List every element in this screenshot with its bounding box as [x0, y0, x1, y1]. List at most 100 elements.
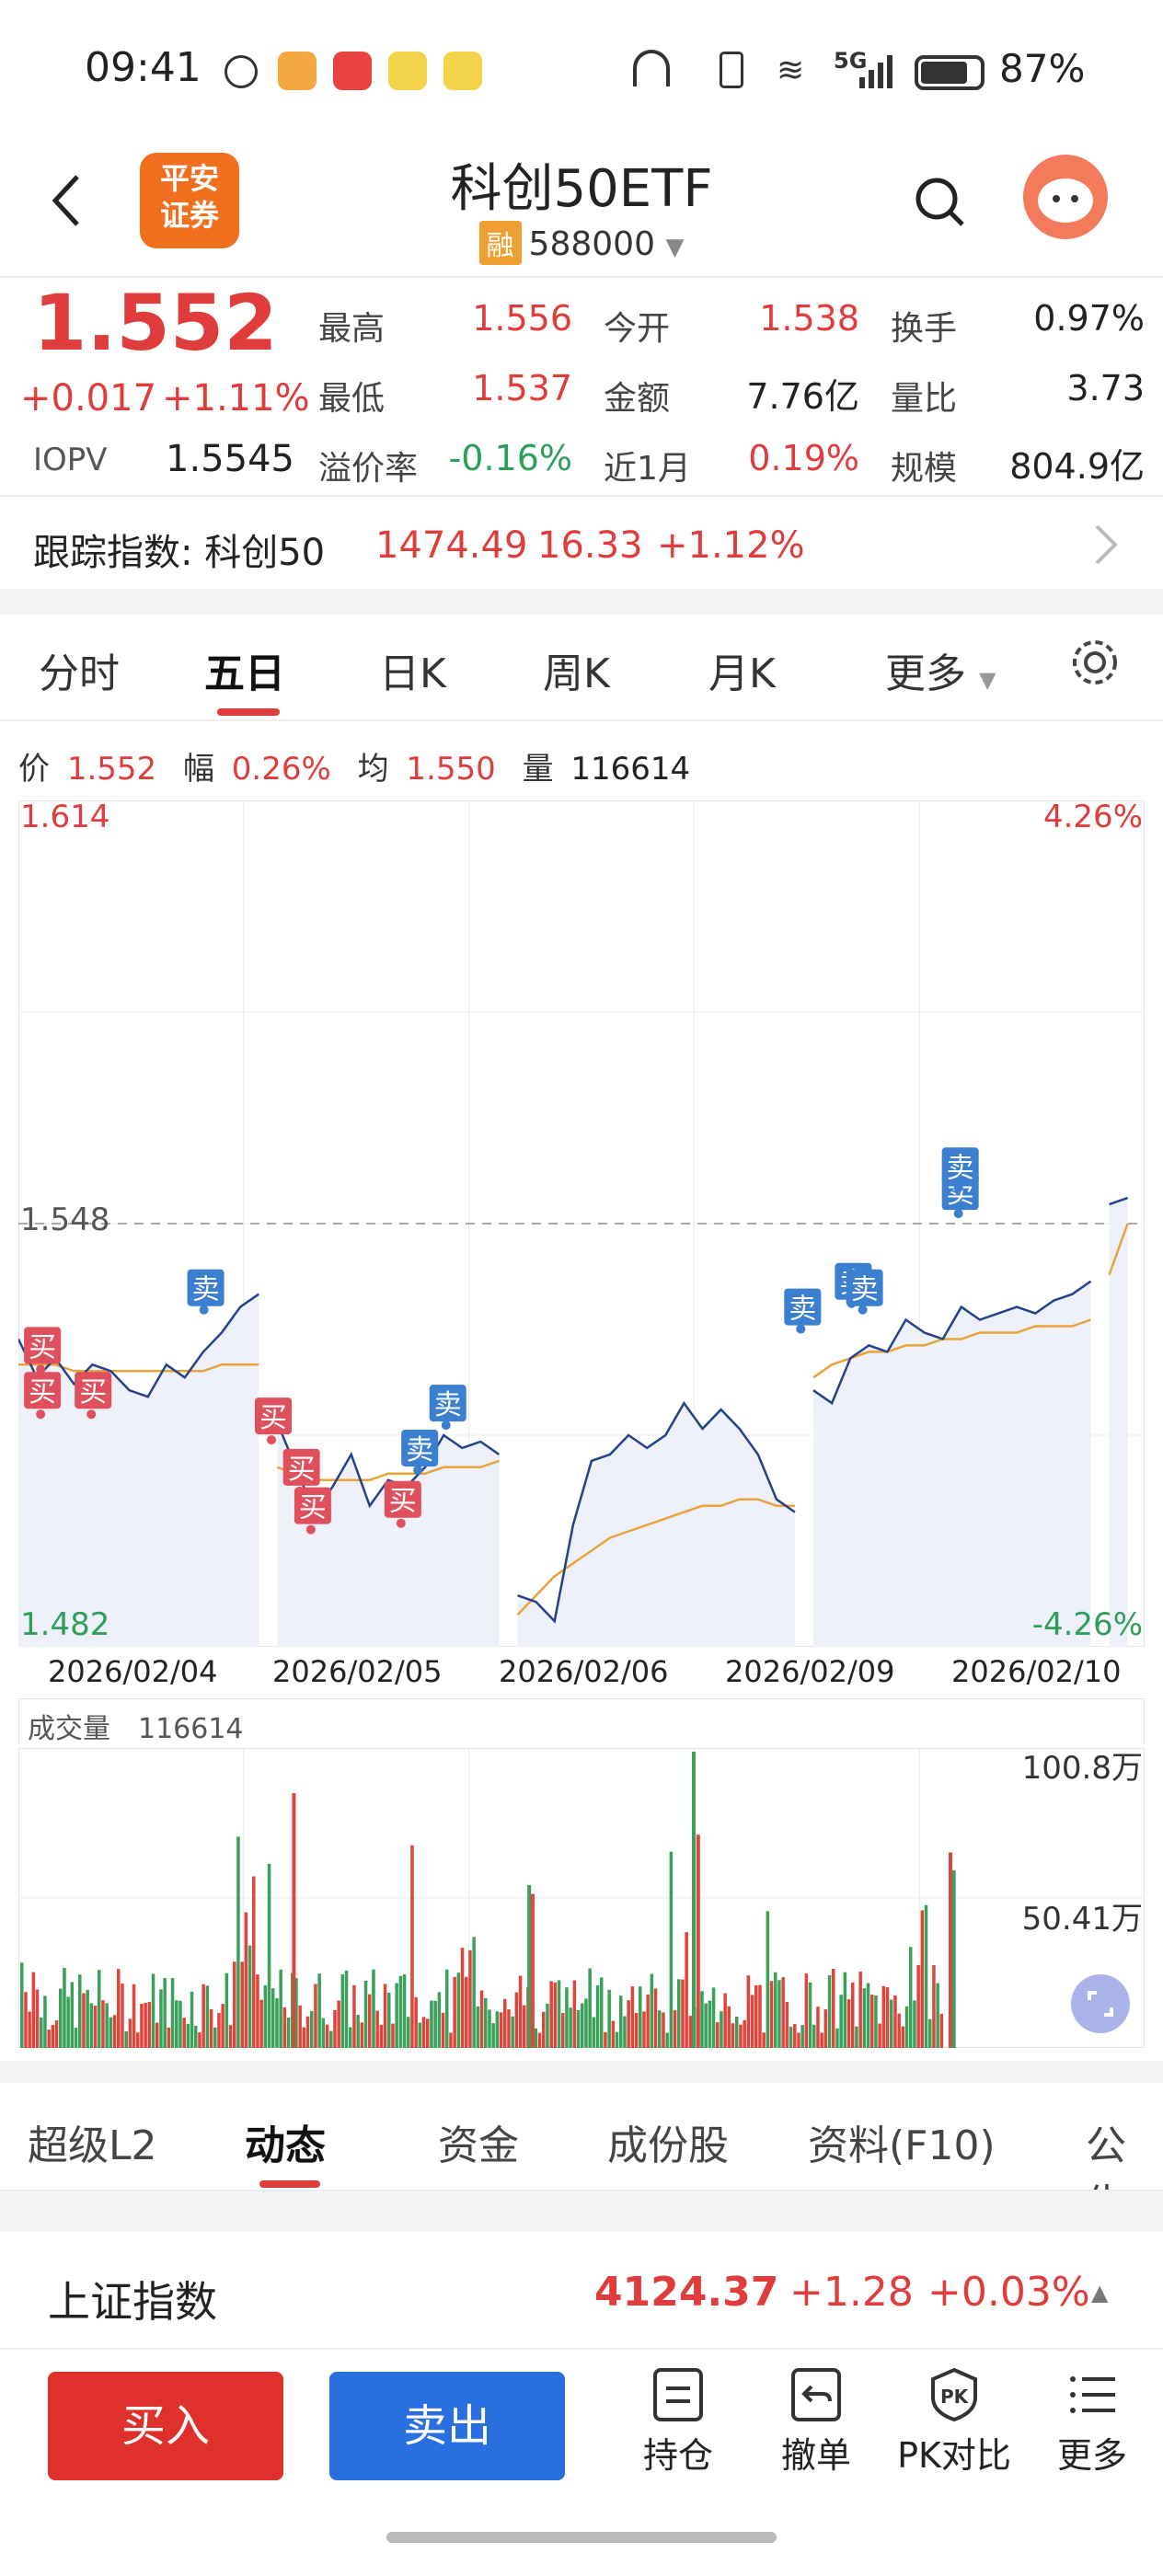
home-indicator[interactable]	[386, 2532, 777, 2543]
volume-bar	[182, 2018, 186, 2048]
more-button[interactable]: 更多	[1023, 2366, 1161, 2495]
volume-bar	[310, 2011, 314, 2048]
open-label: 今开	[604, 310, 671, 348]
price-chart[interactable]: 买买买卖买买买买卖卖卖卖卖卖卖	[18, 800, 1145, 1647]
volume-bar	[681, 1979, 685, 2048]
code-text: 588000	[528, 225, 655, 263]
volume-bar	[569, 2007, 572, 2048]
volume-bar	[410, 1845, 414, 2048]
svg-text:卖: 卖	[851, 1274, 879, 1306]
info-price: 1.552	[66, 751, 157, 788]
tab-monthly-k[interactable]: 月K	[708, 640, 776, 699]
volume-bar	[398, 1975, 403, 2048]
volume-bar	[340, 1974, 345, 2048]
volume-bar	[344, 1970, 349, 2048]
index-value: 4124.37	[594, 2269, 779, 2316]
volume-bar	[121, 1984, 124, 2048]
app-notification-icon	[333, 52, 372, 90]
active-tab-indicator	[259, 2180, 320, 2188]
volume-ratio-value: 3.73	[1066, 368, 1145, 408]
volume-bar	[329, 2030, 333, 2048]
volume-bar	[949, 1852, 952, 2048]
volume-bar	[673, 2009, 677, 2048]
active-tab-indicator	[217, 708, 280, 716]
tab-funds[interactable]: 资金	[438, 2112, 519, 2171]
buy-button[interactable]: 买入	[48, 2372, 283, 2480]
volume-bar	[878, 2023, 881, 2048]
tab-intraday[interactable]: 分时	[39, 640, 120, 699]
volume-bar	[735, 2016, 739, 2048]
y-ref-label: 1.548	[20, 1202, 110, 1238]
cancel-order-button[interactable]: 撤单	[747, 2366, 885, 2495]
sell-button[interactable]: 卖出	[329, 2372, 565, 2480]
volume-bar	[530, 1893, 535, 2048]
volume-bar	[677, 1979, 681, 2048]
volume-bar	[383, 1984, 387, 2048]
volume-bar	[109, 2017, 113, 2048]
tracking-index-row[interactable]: 跟踪指数: 科创50 1474.49 16.33 +1.12%	[0, 497, 1163, 589]
volume-bar	[263, 1984, 268, 2048]
volume-bar	[858, 1972, 862, 2048]
volume-bar	[259, 1999, 263, 2048]
scale-label: 规模	[891, 450, 958, 488]
search-icon[interactable]	[913, 175, 968, 230]
index-change: +1.28	[789, 2269, 914, 2316]
tab-more-label: 更多	[885, 650, 966, 697]
volume-chart[interactable]	[18, 1748, 1145, 2048]
avg-label: 均	[357, 751, 389, 788]
volume-bar	[812, 2024, 816, 2048]
fullscreen-icon[interactable]	[1071, 1974, 1130, 2033]
svg-text:卖: 卖	[406, 1434, 433, 1466]
volume-bar	[639, 1986, 642, 2048]
volume-bar	[901, 2026, 905, 2048]
tab-more[interactable]: 更多 ▼	[885, 640, 996, 699]
volume-bar	[658, 2010, 662, 2048]
tab-f10[interactable]: 资料(F10)	[808, 2112, 996, 2171]
security-code[interactable]: 融 588000 ▼	[0, 221, 1163, 265]
menu-list-icon	[1070, 2376, 1115, 2413]
volume-bar	[421, 2017, 426, 2048]
tab-constituents[interactable]: 成份股	[607, 2112, 729, 2171]
volume-bar	[572, 1980, 577, 2048]
tab-five-day[interactable]: 五日	[204, 640, 285, 699]
volume-bar	[375, 2010, 379, 2048]
sell-marker: 卖	[784, 1288, 822, 1334]
volume-bar	[920, 1910, 925, 2048]
tab-super-l2[interactable]: 超级L2	[28, 2112, 157, 2171]
index-name: 上证指数	[48, 2277, 217, 2327]
volume-bar	[101, 2000, 105, 2048]
volume-bar	[198, 2032, 202, 2048]
volume-bar	[453, 1976, 456, 2048]
index-ticker-row[interactable]: 上证指数 4124.37 +1.28 +0.03% ▲	[0, 2234, 1163, 2348]
app-notification-icon	[388, 52, 427, 90]
volume-bar	[514, 1992, 519, 2048]
price-change-pct: +1.11%	[162, 377, 310, 420]
volume-bar	[252, 1876, 256, 2048]
volume-bar	[43, 1995, 47, 2048]
tracking-change: 16.33	[537, 524, 643, 567]
volume-bar	[839, 1995, 843, 2048]
volume-bar	[178, 2000, 182, 2048]
volume-bar	[924, 1904, 928, 2048]
volume-bar	[337, 2000, 340, 2048]
volume-bar	[885, 1987, 890, 2048]
volume-bar	[723, 1993, 727, 2048]
volume-bar	[928, 2018, 932, 2048]
assistant-avatar[interactable]	[1023, 155, 1108, 239]
positions-label: 持仓	[642, 2435, 713, 2476]
volume-bar	[549, 1981, 553, 2048]
volume-label: 成交量 116614	[28, 1706, 244, 1746]
volume-bar	[449, 2032, 453, 2048]
pk-compare-button[interactable]: PK PK对比	[885, 2366, 1023, 2495]
volume-bar	[93, 2006, 98, 2048]
volume-bar	[488, 2009, 491, 2048]
amount-value: 7.76亿	[746, 376, 859, 417]
positions-button[interactable]: 持仓	[609, 2366, 747, 2495]
tab-dynamics[interactable]: 动态	[245, 2112, 326, 2171]
settings-gear-icon[interactable]	[1069, 637, 1121, 688]
tab-daily-k[interactable]: 日K	[379, 640, 446, 699]
volume-bar	[256, 1974, 259, 2048]
svg-text:卖: 卖	[947, 1152, 974, 1184]
tab-weekly-k[interactable]: 周K	[543, 640, 610, 699]
volume-bar	[465, 1976, 468, 2048]
